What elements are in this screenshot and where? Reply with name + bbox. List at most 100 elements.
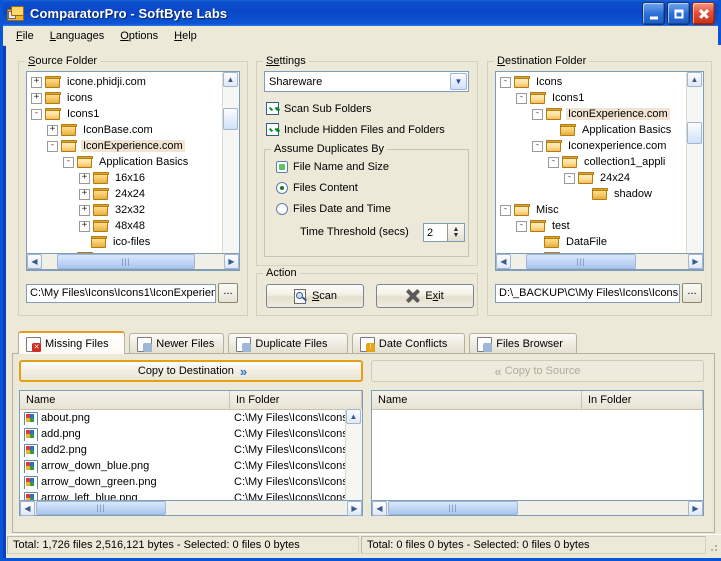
source-tree-node[interactable]: - Icons1 [27,106,222,122]
source-tree-node[interactable]: - Application Basics [27,154,222,170]
collapse-icon[interactable]: - [532,140,543,152]
left-list-hthumb[interactable]: ||| [36,501,166,515]
destination-tree-node[interactable]: - Iconexperience.com [496,138,686,154]
source-tree-scroll-left[interactable]: ◀ [27,254,42,269]
exit-button[interactable]: Exit [376,284,474,308]
tab-duplicate-files[interactable]: Duplicate Files [228,333,348,354]
expand-icon[interactable]: + [79,172,90,184]
destination-tree-hscrollbar[interactable]: ◀ ||| ▶ [495,253,704,270]
missing-files-right-list[interactable]: Name In Folder [371,390,704,516]
source-tree-scroll-up[interactable]: ▲ [223,72,238,87]
source-browse-button[interactable]: ... [218,283,238,303]
right-list-scroll-right[interactable]: ▶ [688,501,703,516]
collapse-icon[interactable]: - [63,156,74,168]
collapse-icon[interactable]: - [500,204,511,216]
collapse-icon[interactable]: - [516,220,527,232]
source-tree-vscrollbar[interactable]: ▲ ▼ [222,72,239,270]
chevron-down-icon[interactable]: ▼ [450,73,467,90]
menu-item-help[interactable]: Help [167,28,204,44]
duplicates-option-content[interactable]: Files Content [276,182,358,194]
destination-tree-scroll-right[interactable]: ▶ [688,254,703,269]
left-list-scroll-left[interactable]: ◀ [20,501,35,516]
time-threshold-spinner[interactable]: 2 ▲ ▼ [423,223,465,242]
missing-files-left-list[interactable]: Name In Folder about.png C:\My Files\Icon… [19,390,363,516]
source-folder-tree[interactable]: + icone.phidji.com + icons - Icons1 + IconBase.… [26,71,240,271]
destination-tree-node[interactable]: - 24x24 [496,170,686,186]
source-tree-node[interactable]: + IconBase.com [27,122,222,138]
source-tree-scroll-right[interactable]: ▶ [224,254,239,269]
copy-to-source-button[interactable]: « Copy to Source [371,360,704,382]
left-column-name[interactable]: Name [20,391,230,409]
destination-tree-node[interactable]: - collection1_appli [496,154,686,170]
table-row[interactable]: arrow_down_blue.png C:\My Files\Icons\Ico… [20,458,345,474]
copy-to-destination-button[interactable]: Copy to Destination » [19,360,363,382]
collapse-icon[interactable]: - [500,76,511,88]
spinner-buttons-icon[interactable]: ▲ ▼ [447,224,464,241]
menu-item-file[interactable]: File [9,28,41,44]
destination-tree-node[interactable]: - test [496,218,686,234]
left-list-scroll-up[interactable]: ▲ [346,409,361,424]
tab-files-browser[interactable]: Files Browser [469,333,577,354]
expand-icon[interactable]: + [47,124,58,136]
collapse-icon[interactable]: - [516,92,527,104]
destination-path-input[interactable]: D:\_BACKUP\C\My Files\Icons\Icons1\Ic [495,283,680,303]
close-button[interactable] [692,2,715,25]
table-row[interactable]: about.png C:\My Files\Icons\Icons [20,410,345,426]
destination-browse-button[interactable]: ... [682,283,702,303]
menu-item-languages[interactable]: Languages [43,28,111,44]
destination-tree-scroll-left[interactable]: ◀ [496,254,511,269]
destination-tree-node[interactable]: - Icons [496,74,686,90]
expand-icon[interactable]: + [79,188,90,200]
collapse-icon[interactable]: - [47,140,58,152]
source-tree-node[interactable]: +24x24 [27,186,222,202]
right-list-hscrollbar[interactable]: ◀ ||| ▶ [371,500,704,516]
duplicates-option-name-size[interactable]: File Name and Size [276,161,389,173]
right-column-in-folder[interactable]: In Folder [582,391,703,409]
resize-grip-icon[interactable] [707,541,719,553]
menu-item-options[interactable]: Options [113,28,165,44]
source-tree-node[interactable]: +16x16 [27,170,222,186]
destination-folder-tree[interactable]: - Icons - Icons1- IconExperience.com Applicat… [495,71,704,271]
source-tree-node[interactable]: ico-files [27,234,222,250]
tab-date-conflicts[interactable]: ! Date Conflicts [351,333,466,354]
maximize-button[interactable] [667,2,690,25]
source-path-input[interactable]: C:\My Files\Icons\Icons1\IconExperienc [26,283,216,303]
destination-tree-vthumb[interactable] [687,122,702,144]
scan-button[interactable]: Scan [266,284,364,308]
destination-tree-scroll-up[interactable]: ▲ [687,72,702,87]
right-column-name[interactable]: Name [372,391,582,409]
destination-tree-node[interactable]: - IconExperience.com [496,106,686,122]
collapse-icon[interactable]: - [564,172,575,184]
source-tree-hscrollbar[interactable]: ◀ ||| ▶ [26,253,240,270]
collapse-icon[interactable]: - [31,108,42,120]
left-list-hscrollbar[interactable]: ◀ ||| ▶ [19,500,363,516]
duplicates-option-date-time[interactable]: Files Date and Time [276,203,391,215]
expand-icon[interactable]: + [31,92,42,104]
destination-tree-vscrollbar[interactable]: ▲ ▼ [686,72,703,270]
destination-tree-node[interactable]: DataFile [496,234,686,250]
collapse-icon[interactable]: - [532,108,543,120]
settings-profile-combo[interactable]: Shareware ▼ [264,71,469,92]
destination-tree-node[interactable]: - Misc [496,202,686,218]
expand-icon[interactable]: + [31,76,42,88]
destination-tree-node[interactable]: shadow [496,186,686,202]
expand-icon[interactable]: + [79,220,90,232]
source-tree-node[interactable]: + icone.phidji.com [27,74,222,90]
source-tree-node[interactable]: + icons [27,90,222,106]
expand-icon[interactable]: + [79,204,90,216]
destination-tree-hthumb[interactable]: ||| [526,254,636,269]
destination-tree-node[interactable]: - Icons1 [496,90,686,106]
collapse-icon[interactable]: - [548,156,559,168]
include-hidden-checkbox[interactable]: Include Hidden Files and Folders [266,123,445,136]
table-row[interactable]: add2.png C:\My Files\Icons\Icons [20,442,345,458]
table-row[interactable]: add.png C:\My Files\Icons\Icons [20,426,345,442]
source-tree-node[interactable]: - IconExperience.com [27,138,222,154]
table-row[interactable]: arrow_down_green.png C:\My Files\Icons\Ic… [20,474,345,490]
minimize-button[interactable] [642,2,665,25]
left-column-in-folder[interactable]: In Folder [230,391,362,409]
left-list-scroll-right[interactable]: ▶ [347,501,362,516]
source-tree-vthumb[interactable] [223,108,238,130]
destination-tree-node[interactable]: Application Basics [496,122,686,138]
source-tree-node[interactable]: +48x48 [27,218,222,234]
source-tree-node[interactable]: +32x32 [27,202,222,218]
